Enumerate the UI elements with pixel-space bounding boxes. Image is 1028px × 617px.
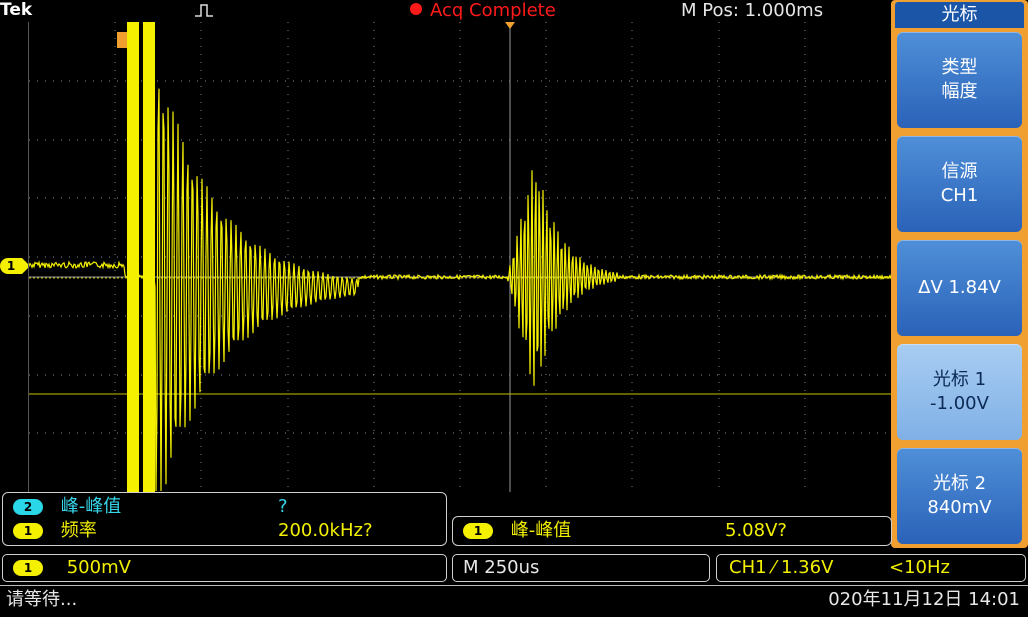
ch2-badge: 2	[13, 499, 43, 515]
measurement-label: 频率	[60, 520, 97, 541]
trigger-readout[interactable]: CH1 ⁄ 1.36V <10Hz	[716, 554, 1026, 582]
cursor-1-button[interactable]: 光标 1 -1.00V	[897, 344, 1022, 440]
cursor-1-value: -1.00V	[930, 393, 989, 414]
trigger-level: CH1 ⁄ 1.36V	[729, 557, 834, 578]
measurement-row: 2 峰-峰值 ?	[13, 495, 443, 519]
saturated-burst	[127, 22, 139, 492]
status-message: 请等待...	[6, 589, 78, 610]
ch1-ground-marker[interactable]: 1	[0, 258, 30, 274]
acq-status-indicator-icon	[410, 3, 422, 15]
horizontal-position: M Pos: 1.000ms	[681, 0, 824, 21]
acq-status: Acq Complete	[430, 0, 556, 21]
measurement-row: 1 峰-峰值 5.08V?	[463, 519, 883, 543]
date-time: 020年11月12日 14:01	[828, 589, 1020, 610]
cursor-source-value: CH1	[940, 185, 979, 206]
cursor-source-button[interactable]: 信源 CH1	[897, 136, 1022, 232]
trigger-position-icon	[505, 22, 515, 29]
trigger-edge-icon	[195, 4, 213, 17]
side-menu-title: 光标	[895, 2, 1024, 28]
oscilloscope-display: Tek Acq Complete M Pos: 1.000ms 1 光标 类型 …	[0, 0, 1028, 617]
measurement-value: ?	[278, 496, 288, 517]
ch1-scale-readout[interactable]: 1 500mV	[2, 554, 447, 582]
cursor-source-label: 信源	[941, 161, 978, 182]
cursor-side-menu: 光标 类型 幅度 信源 CH1 ΔV 1.84V 光标 1 -1.00V 光标 …	[891, 0, 1028, 548]
timebase-value: M 250us	[463, 557, 540, 578]
graticule	[29, 22, 891, 492]
delta-v-value: ΔV 1.84V	[918, 277, 1001, 298]
measurement-label: 峰-峰值	[60, 496, 122, 517]
ch1-badge: 1	[463, 523, 493, 539]
waveform-screen	[28, 22, 892, 492]
top-status-bar: Tek Acq Complete M Pos: 1.000ms	[0, 0, 892, 22]
ch1-badge: 1	[13, 560, 43, 576]
cursor-type-button[interactable]: 类型 幅度	[897, 32, 1022, 128]
delta-v-button[interactable]: ΔV 1.84V	[897, 240, 1022, 336]
cursor-2-label: 光标 2	[932, 473, 987, 494]
cursor-2-value: 840mV	[927, 497, 992, 518]
cursor-type-label: 类型	[941, 57, 978, 78]
measurement-panel-left: 2 峰-峰值 ? 1 频率 200.0kHz?	[2, 492, 447, 546]
timebase-readout[interactable]: M 250us	[452, 554, 710, 582]
trigger-frequency: <10Hz	[889, 557, 950, 578]
saturated-burst-2	[143, 22, 155, 492]
cursor-2-button[interactable]: 光标 2 840mV	[897, 448, 1022, 544]
ch1-scale: 500mV	[66, 557, 131, 578]
measurement-value: 5.08V?	[725, 520, 787, 541]
cursor-1-label: 光标 1	[932, 369, 987, 390]
waveform-plot	[29, 22, 891, 492]
measurement-value: 200.0kHz?	[278, 520, 373, 541]
message-bar: 请等待... 020年11月12日 14:01	[0, 585, 1028, 616]
measurement-panel-right: 1 峰-峰值 5.08V?	[452, 516, 892, 546]
pretrigger-marker-icon	[117, 32, 127, 48]
measurement-row: 1 频率 200.0kHz?	[13, 519, 443, 543]
ch1-badge: 1	[13, 523, 43, 539]
brand-logo: Tek	[0, 0, 33, 20]
cursor-type-value: 幅度	[941, 81, 978, 102]
measurement-label: 峰-峰值	[510, 520, 572, 541]
